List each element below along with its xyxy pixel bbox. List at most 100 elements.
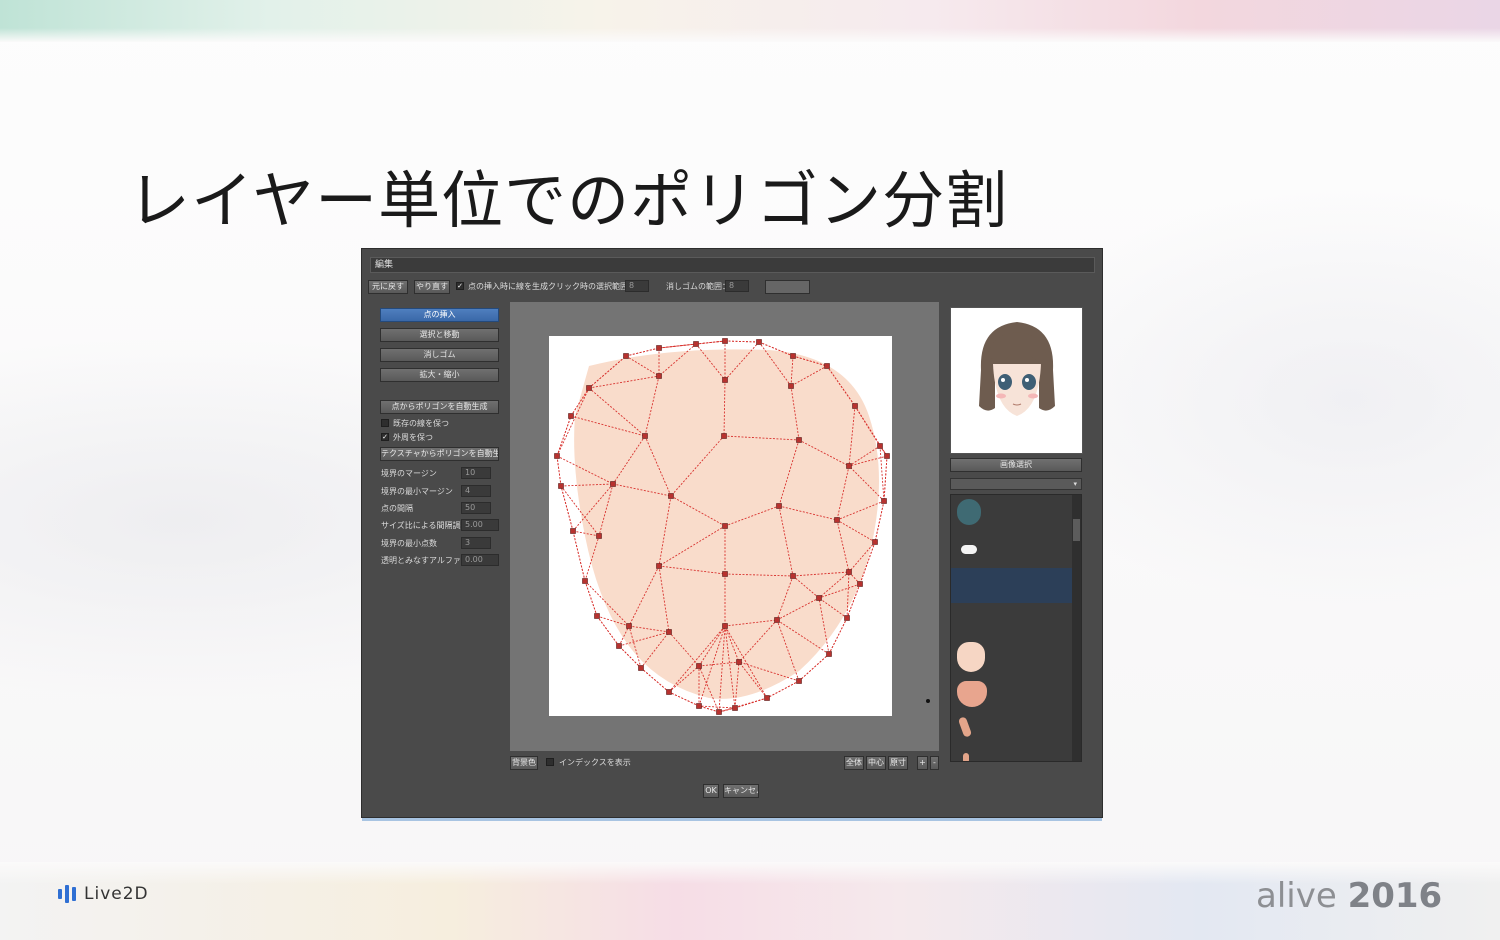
background-color-button[interactable]: 背景色 bbox=[510, 756, 538, 770]
mesh-vertex bbox=[558, 483, 564, 489]
mesh-vertex bbox=[666, 629, 672, 635]
disabled-toolbar-button[interactable] bbox=[765, 280, 810, 294]
mesh-edge bbox=[556, 415, 572, 457]
mesh-vertex bbox=[722, 571, 728, 577]
image-select-button[interactable]: 画像選択 bbox=[950, 458, 1082, 472]
tool-eraser[interactable]: 消しゴム bbox=[380, 348, 499, 362]
window-title: 編集 bbox=[370, 257, 1095, 273]
param-field[interactable]: 5.00 bbox=[461, 519, 499, 531]
mesh-vertex bbox=[722, 623, 728, 629]
mesh-vertex bbox=[881, 498, 887, 504]
mesh-edge bbox=[724, 340, 760, 343]
texture-part-list[interactable] bbox=[950, 494, 1082, 762]
mesh-vertex bbox=[721, 433, 727, 439]
param-field[interactable]: 4 bbox=[461, 485, 491, 497]
list-item[interactable] bbox=[957, 681, 987, 707]
mesh-vertex bbox=[668, 493, 674, 499]
list-item[interactable] bbox=[957, 642, 985, 672]
param-field[interactable]: 3 bbox=[461, 537, 491, 549]
mesh-vertex bbox=[656, 563, 662, 569]
mesh-vertex bbox=[696, 663, 702, 669]
list-scrollbar[interactable] bbox=[1072, 495, 1081, 761]
mesh-vertex bbox=[642, 433, 648, 439]
auto-gen-from-points-button[interactable]: 点からポリゴンを自動生成 bbox=[380, 400, 499, 414]
top-decorative-band bbox=[0, 0, 1500, 42]
zoom-in-button[interactable]: + bbox=[917, 756, 928, 770]
keep-existing-label: 既存の線を保つ bbox=[393, 419, 449, 428]
mesh-vertex bbox=[696, 703, 702, 709]
mesh-edge bbox=[879, 445, 885, 502]
mesh-edge bbox=[883, 455, 888, 502]
live2d-logo-icon bbox=[58, 885, 76, 903]
mesh-vertex bbox=[756, 339, 762, 345]
fit-all-button[interactable]: 全体 bbox=[844, 756, 864, 770]
event-logo-year: 2016 bbox=[1347, 876, 1443, 916]
character-face-image bbox=[979, 322, 1055, 416]
keep-outer-checkbox[interactable]: ✓ bbox=[381, 433, 389, 441]
ok-button[interactable]: OK bbox=[703, 784, 719, 798]
redo-button[interactable]: やり直す bbox=[414, 280, 450, 294]
tool-zoom[interactable]: 拡大・縮小 bbox=[380, 368, 499, 382]
live2d-brand: Live2D bbox=[58, 884, 149, 904]
mesh-vertex bbox=[846, 463, 852, 469]
character-preview bbox=[950, 307, 1083, 454]
mesh-vertex bbox=[790, 573, 796, 579]
mesh-vertex bbox=[796, 678, 802, 684]
cancel-button[interactable]: キャンセル bbox=[723, 784, 759, 798]
zoom-out-button[interactable]: - bbox=[930, 756, 939, 770]
texture-sheet bbox=[549, 336, 892, 716]
mesh-vertex bbox=[846, 569, 852, 575]
mesh-edge bbox=[556, 455, 562, 487]
param-label: 透明とみなすアルファ値 bbox=[381, 556, 469, 565]
param-field[interactable]: 0.00 bbox=[461, 554, 499, 566]
mesh-vertex bbox=[736, 659, 742, 665]
actual-size-button[interactable]: 原寸 bbox=[888, 756, 908, 770]
param-field[interactable]: 50 bbox=[461, 502, 491, 514]
mesh-edge bbox=[668, 691, 700, 707]
mesh-vertex bbox=[582, 578, 588, 584]
param-label: 境界のマージン bbox=[381, 469, 437, 478]
mesh-vertex bbox=[656, 345, 662, 351]
slide-title: レイヤー単位でのポリゴン分割 bbox=[128, 164, 1009, 237]
param-label: 境界の最小マージン bbox=[381, 487, 453, 496]
mesh-vertex bbox=[666, 689, 672, 695]
mesh-edge bbox=[560, 485, 574, 532]
mesh-vertex bbox=[638, 665, 644, 671]
click-range-field[interactable]: 8 bbox=[625, 280, 649, 292]
mesh-vertex bbox=[570, 528, 576, 534]
eraser-range-field[interactable]: 8 bbox=[725, 280, 749, 292]
auto-gen-from-texture-button[interactable]: テクスチャからポリゴンを自動生成 bbox=[380, 447, 499, 461]
mesh-vertex bbox=[693, 341, 699, 347]
event-logo: alive 2016 bbox=[1256, 876, 1442, 916]
center-button[interactable]: 中心 bbox=[866, 756, 886, 770]
auto-edge-checkbox[interactable]: ✓ bbox=[456, 282, 464, 290]
keep-existing-checkbox[interactable] bbox=[381, 419, 389, 427]
show-index-checkbox[interactable] bbox=[546, 758, 554, 766]
polygon-mesh[interactable] bbox=[549, 336, 892, 716]
mesh-vertex bbox=[774, 617, 780, 623]
param-label: 点の間隔 bbox=[381, 504, 413, 513]
mesh-vertex bbox=[790, 353, 796, 359]
mesh-vertex bbox=[616, 643, 622, 649]
list-item[interactable] bbox=[963, 753, 969, 761]
list-item[interactable] bbox=[957, 499, 981, 525]
mesh-vertex bbox=[732, 705, 738, 711]
tool-select-move[interactable]: 選択と移動 bbox=[380, 328, 499, 342]
list-item[interactable] bbox=[961, 545, 977, 554]
mesh-vertex bbox=[716, 709, 722, 715]
mesh-vertex bbox=[826, 651, 832, 657]
mesh-vertex bbox=[596, 533, 602, 539]
param-field[interactable]: 10 bbox=[461, 467, 491, 479]
list-item[interactable] bbox=[957, 716, 973, 738]
list-scroll-thumb[interactable] bbox=[1073, 519, 1080, 541]
mesh-vertex bbox=[857, 581, 863, 587]
undo-button[interactable]: 元に戻す bbox=[368, 280, 408, 294]
tool-insert-point[interactable]: 点の挿入 bbox=[380, 308, 499, 322]
texture-dropdown[interactable]: ▾ bbox=[950, 478, 1082, 490]
mesh-canvas[interactable] bbox=[510, 302, 939, 751]
brand-text: Live2D bbox=[84, 884, 149, 904]
mesh-vertex bbox=[824, 363, 830, 369]
auto-edge-label: 点の挿入時に線を生成 bbox=[468, 282, 548, 291]
mesh-vertex bbox=[852, 403, 858, 409]
list-item-selected[interactable] bbox=[951, 568, 1074, 603]
